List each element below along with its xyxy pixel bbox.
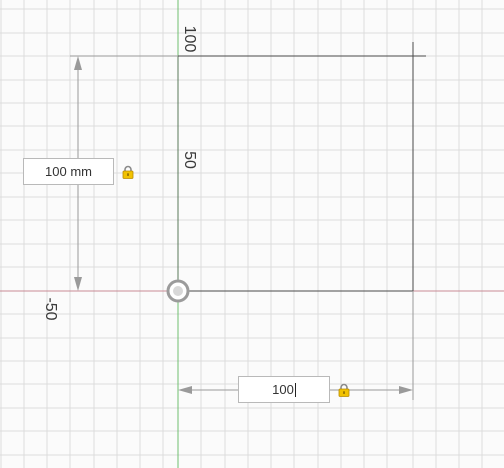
origin-point-icon[interactable] [166, 279, 190, 303]
axis-label-middle: 50 [181, 151, 198, 169]
lock-icon[interactable] [121, 165, 135, 179]
text-caret [294, 382, 296, 397]
horizontal-dimension-value: 100 [272, 382, 294, 397]
axis-label-left: -50 [42, 297, 59, 321]
lock-icon[interactable] [337, 383, 351, 397]
vertical-dimension-input[interactable]: 100 mm [23, 158, 114, 185]
vertical-dimension-value: 100 mm [45, 164, 92, 179]
axis-label-top: 100 [181, 25, 198, 53]
sketch-rectangle[interactable] [177, 42, 426, 292]
horizontal-dimension-input[interactable]: 100 [238, 376, 330, 403]
